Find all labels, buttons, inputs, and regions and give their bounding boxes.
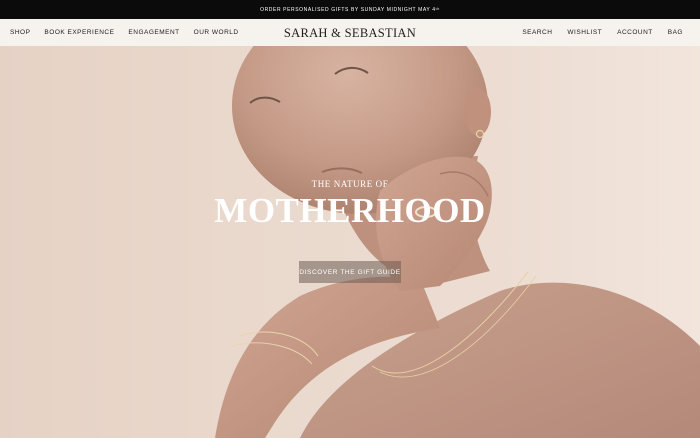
primary-nav: SHOP BOOK EXPERIENCE ENGAGEMENT OUR WORL… bbox=[10, 19, 253, 46]
nav-item-shop[interactable]: SHOP bbox=[10, 29, 30, 36]
discover-gift-guide-button[interactable]: DISCOVER THE GIFT GUIDE bbox=[299, 261, 401, 283]
hero-banner: THE NATURE OF MOTHERHOOD DISCOVER THE GI… bbox=[0, 46, 700, 438]
nav-item-bag[interactable]: BAG bbox=[668, 29, 683, 36]
nav-item-wishlist[interactable]: WISHLIST bbox=[567, 29, 602, 36]
hero-subtitle: THE NATURE OF bbox=[311, 179, 389, 189]
announcement-bar: ORDER PERSONALISED GIFTS BY SUNDAY MIDNI… bbox=[0, 0, 700, 19]
nav-item-search[interactable]: SEARCH bbox=[522, 29, 552, 36]
hero-title: MOTHERHOOD bbox=[214, 191, 486, 230]
site-header: SHOP BOOK EXPERIENCE ENGAGEMENT OUR WORL… bbox=[0, 19, 700, 46]
brand-logo[interactable]: SARAH & SEBASTIAN bbox=[284, 26, 416, 40]
announcement-text: ORDER PERSONALISED GIFTS BY SUNDAY MIDNI… bbox=[260, 6, 440, 13]
hero-image bbox=[215, 46, 700, 438]
nav-item-our-world[interactable]: OUR WORLD bbox=[194, 29, 239, 36]
nav-item-book-experience[interactable]: BOOK EXPERIENCE bbox=[44, 29, 114, 36]
nav-item-account[interactable]: ACCOUNT bbox=[617, 29, 653, 36]
utility-nav: SEARCH WISHLIST ACCOUNT BAG bbox=[507, 19, 683, 46]
nav-item-engagement[interactable]: ENGAGEMENT bbox=[128, 29, 179, 36]
